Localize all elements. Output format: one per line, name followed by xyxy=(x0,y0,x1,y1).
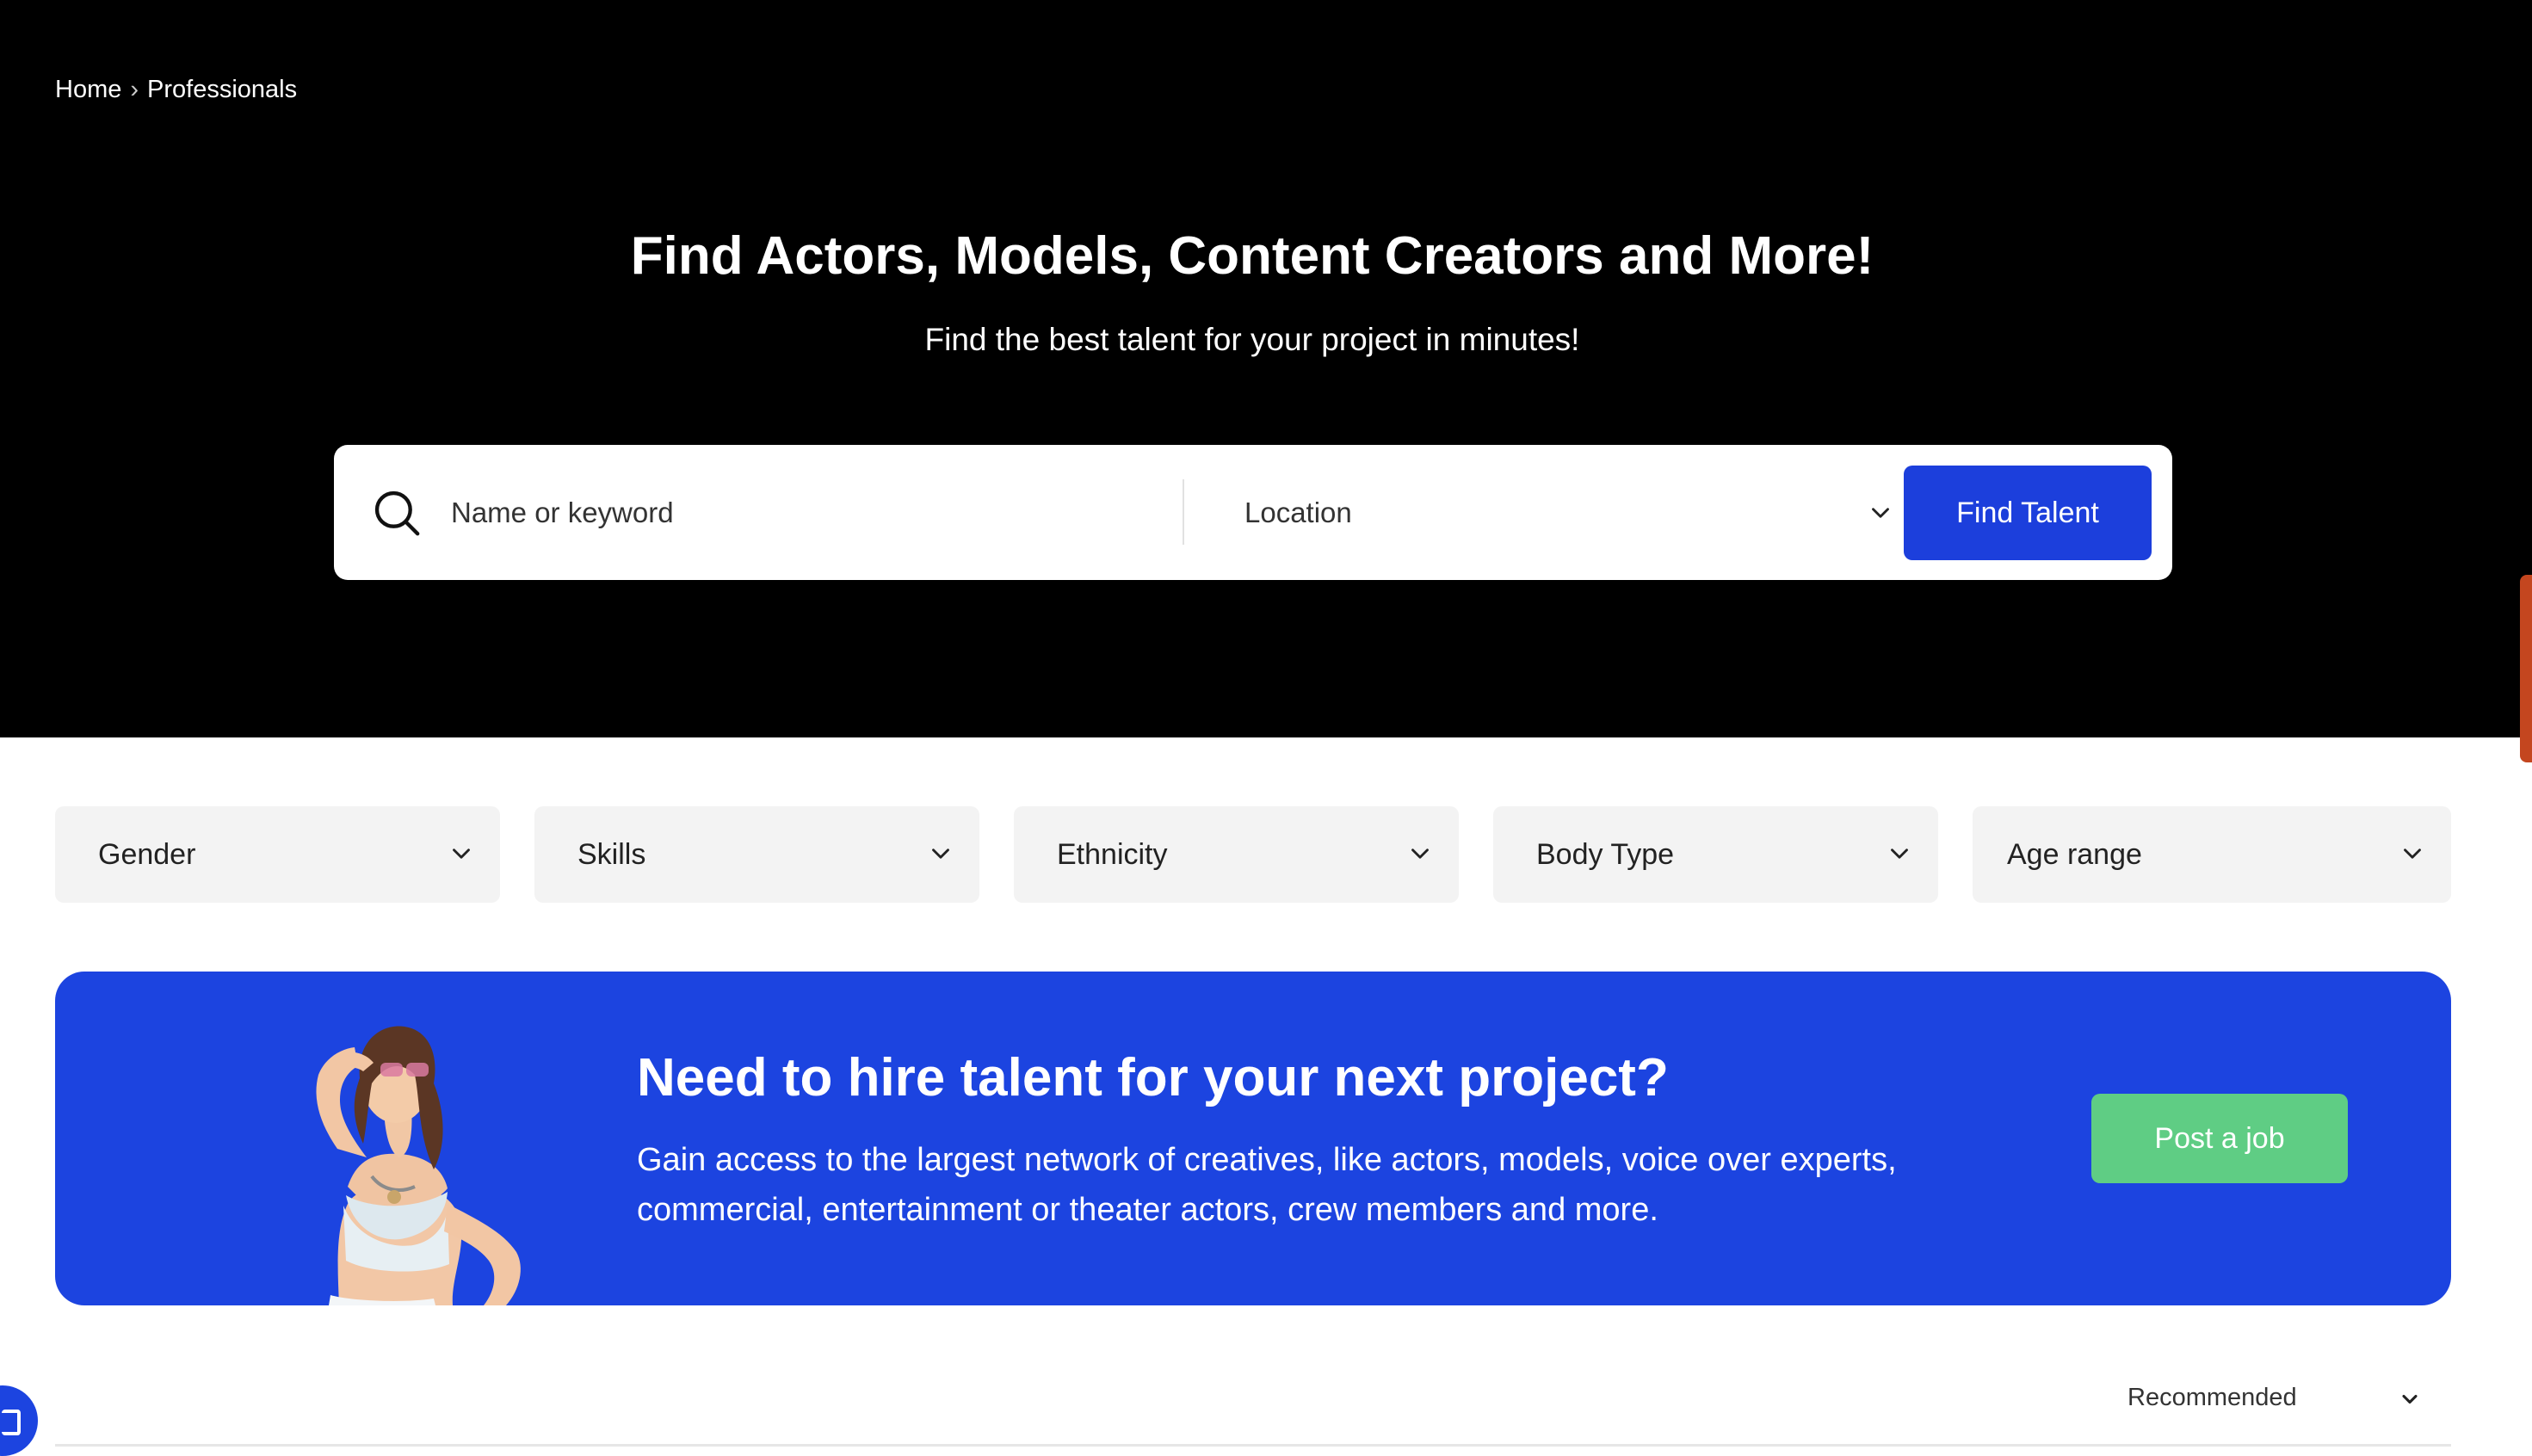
filter-age-range[interactable]: Age range xyxy=(1973,806,2451,903)
breadcrumb-home-link[interactable]: Home xyxy=(55,76,121,104)
breadcrumb-separator: › xyxy=(130,76,139,103)
breadcrumb-current[interactable]: Professionals xyxy=(147,76,297,104)
find-talent-button[interactable]: Find Talent xyxy=(1904,466,2152,560)
hire-talent-banner: Need to hire talent for your next projec… xyxy=(55,972,2451,1305)
page-subtitle: Find the best talent for your project in… xyxy=(924,322,1580,357)
chevron-down-icon xyxy=(932,848,949,859)
model-photo xyxy=(316,1026,521,1305)
filter-body-type[interactable]: Body Type xyxy=(1493,806,1938,903)
breadcrumb: Home › Professionals xyxy=(55,76,297,104)
chevron-down-icon xyxy=(1891,848,1908,859)
chat-launcher[interactable] xyxy=(0,1385,38,1456)
chevron-down-icon xyxy=(453,848,470,859)
chevron-down-icon xyxy=(1411,848,1429,859)
chevron-down-icon xyxy=(2402,1394,2418,1404)
location-label: Location xyxy=(1244,497,1352,528)
page-title: Find Actors, Models, Content Creators an… xyxy=(630,226,1874,286)
chevron-down-icon xyxy=(1872,508,1889,518)
search-icon xyxy=(374,490,420,536)
filter-label: Gender xyxy=(98,837,196,871)
chevron-down-icon xyxy=(2404,848,2421,859)
filter-bar: Gender Skills Ethnicity Body Type Age ra… xyxy=(55,806,2451,903)
filter-ethnicity[interactable]: Ethnicity xyxy=(1014,806,1459,903)
results-divider xyxy=(55,1444,2451,1447)
filter-gender[interactable]: Gender xyxy=(55,806,500,903)
filter-label: Ethnicity xyxy=(1057,837,1168,871)
banner-description: Gain access to the largest network of cr… xyxy=(637,1142,1897,1228)
banner-title: Need to hire talent for your next projec… xyxy=(637,1048,1669,1107)
search-divider xyxy=(1183,479,1184,545)
sort-label: Recommended xyxy=(2127,1384,2297,1411)
filter-label: Body Type xyxy=(1536,837,1675,871)
filter-label: Skills xyxy=(577,837,646,871)
post-job-button[interactable]: Post a job xyxy=(2091,1094,2348,1183)
side-feedback-tab[interactable] xyxy=(2520,575,2532,762)
filter-skills[interactable]: Skills xyxy=(534,806,979,903)
filter-label: Age range xyxy=(2007,837,2142,871)
sort-select[interactable]: Recommended xyxy=(2083,1377,2444,1420)
chat-icon xyxy=(2,1410,21,1435)
hero-section: Home › Professionals Find Actors, Models… xyxy=(0,0,2532,737)
search-bar: Location Find Talent xyxy=(334,445,2172,580)
